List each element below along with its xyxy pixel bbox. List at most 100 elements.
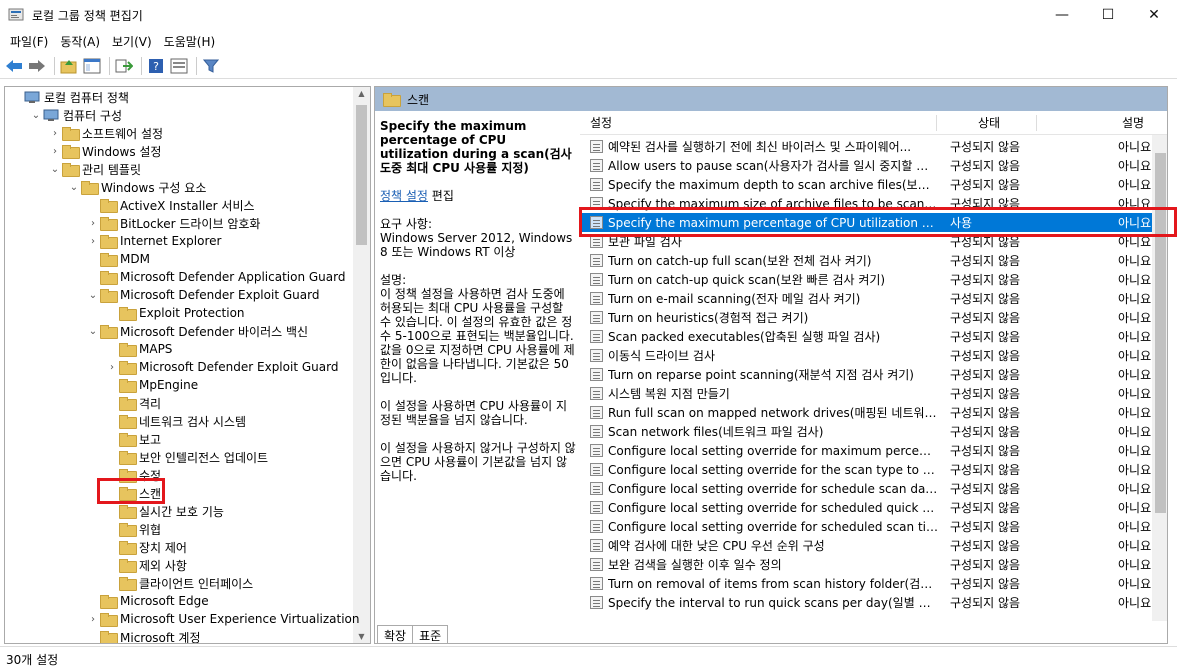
- tree-item[interactable]: 네트워크 검사 시스템: [105, 412, 246, 430]
- properties-icon[interactable]: [169, 56, 189, 76]
- help-icon[interactable]: ?: [146, 56, 166, 76]
- policy-row[interactable]: 보완 검색을 실행한 이후 일수 정의 구성되지 않음 아니요: [580, 555, 1167, 574]
- menu-action[interactable]: 동작(A): [54, 33, 106, 50]
- policy-row[interactable]: Allow users to pause scan(사용자가 검사를 일시 중지…: [580, 156, 1167, 175]
- filter-icon[interactable]: [201, 56, 221, 76]
- tree-item[interactable]: 장치 제어: [105, 538, 187, 556]
- scroll-down-icon[interactable]: ▼: [353, 632, 370, 641]
- tree-item[interactable]: Microsoft 계정: [86, 628, 201, 643]
- forward-icon[interactable]: [27, 56, 47, 76]
- tree-item[interactable]: Microsoft Defender Application Guard: [86, 268, 345, 286]
- tree-item[interactable]: 클라이언트 인터페이스: [105, 574, 253, 592]
- tree-item[interactable]: Exploit Protection: [105, 304, 245, 322]
- show-hide-tree-icon[interactable]: [82, 56, 102, 76]
- policy-tree[interactable]: ▲ ▼ 로컬 컴퓨터 정책 ⌄ 컴퓨터 구성 › 소프트웨어 설정 › Windows 설정…: [4, 86, 371, 644]
- policy-row[interactable]: Configure local setting override for sch…: [580, 498, 1167, 517]
- policy-row[interactable]: Turn on reparse point scanning(재분석 지점 검사…: [580, 365, 1167, 384]
- policy-row[interactable]: Turn on catch-up quick scan(보완 빠른 검사 켜기)…: [580, 270, 1167, 289]
- policy-row[interactable]: 예약 검사에 대한 낮은 CPU 우선 순위 구성 구성되지 않음 아니요: [580, 536, 1167, 555]
- tree-item[interactable]: ActiveX Installer 서비스: [86, 196, 255, 214]
- edit-policy-link[interactable]: 정책 설정: [380, 189, 428, 203]
- tree-item[interactable]: › Internet Explorer: [86, 232, 221, 250]
- settings-list[interactable]: 설정 상태 설명 예약된 검사를 실행하기 전에 최신 바이러스 및 스파이웨어…: [580, 111, 1167, 621]
- tree-item[interactable]: Microsoft Edge: [86, 592, 209, 610]
- tree-item-label: 격리: [139, 396, 162, 411]
- tree-item[interactable]: 보고: [105, 430, 161, 448]
- tree-item[interactable]: 위협: [105, 520, 161, 538]
- policy-row[interactable]: Configure local setting override for max…: [580, 441, 1167, 460]
- menu-view[interactable]: 보기(V): [106, 33, 158, 50]
- export-list-icon[interactable]: [114, 56, 134, 76]
- back-icon[interactable]: [4, 56, 24, 76]
- policy-row[interactable]: Turn on removal of items from scan histo…: [580, 574, 1167, 593]
- tab-extended[interactable]: 확장: [377, 625, 414, 643]
- tree-item[interactable]: MAPS: [105, 340, 172, 358]
- policy-row[interactable]: Scan packed executables(압축된 실행 파일 검사) 구성되…: [580, 327, 1167, 346]
- tree-item[interactable]: ⌄ Microsoft Defender Exploit Guard: [86, 286, 319, 304]
- column-header-comment[interactable]: 설명: [1122, 114, 1144, 131]
- tree-item[interactable]: 로컬 컴퓨터 정책: [10, 88, 129, 106]
- policy-comment: 아니요: [1118, 330, 1152, 344]
- tree-item[interactable]: MpEngine: [105, 376, 198, 394]
- policy-row[interactable]: Configure local setting override for sch…: [580, 479, 1167, 498]
- policy-state: 구성되지 않음: [950, 311, 1021, 325]
- policy-row[interactable]: Configure local setting override for the…: [580, 460, 1167, 479]
- requirements-text: Windows Server 2012, Windows 8 또는 Window…: [380, 231, 573, 259]
- chevron-right-icon[interactable]: ›: [105, 362, 119, 373]
- chevron-down-icon[interactable]: ⌄: [86, 290, 100, 301]
- policy-row[interactable]: Turn on catch-up full scan(보완 전체 검사 켜기) 구…: [580, 251, 1167, 270]
- policy-row[interactable]: Run full scan on mapped network drives(매…: [580, 403, 1167, 422]
- minimize-button[interactable]: —: [1039, 0, 1085, 30]
- tree-scrollbar[interactable]: ▲ ▼: [353, 87, 370, 643]
- tree-item[interactable]: ⌄ 관리 템플릿: [48, 160, 141, 178]
- status-bar: 30개 설정: [0, 646, 1177, 672]
- column-header-setting[interactable]: 설정: [590, 114, 612, 131]
- menu-help[interactable]: 도움말(H): [158, 33, 222, 50]
- tab-standard[interactable]: 표준: [412, 625, 449, 643]
- policy-row[interactable]: Turn on heuristics(경험적 접근 켜기) 구성되지 않음 아니요: [580, 308, 1167, 327]
- tree-item[interactable]: › BitLocker 드라이브 암호화: [86, 214, 260, 232]
- chevron-right-icon[interactable]: ›: [86, 236, 100, 247]
- tree-item[interactable]: ⌄ 컴퓨터 구성: [29, 106, 122, 124]
- tree-item[interactable]: › Microsoft User Experience Virtualizatio…: [86, 610, 360, 628]
- scrollbar-thumb[interactable]: [356, 105, 367, 245]
- column-divider[interactable]: [1036, 115, 1037, 131]
- chevron-down-icon[interactable]: ⌄: [67, 182, 81, 193]
- tree-item[interactable]: MDM: [86, 250, 150, 268]
- chevron-right-icon[interactable]: ›: [86, 218, 100, 229]
- chevron-right-icon[interactable]: ›: [48, 146, 62, 157]
- view-tabs: 확장 표준: [375, 625, 449, 643]
- maximize-button[interactable]: ☐: [1085, 0, 1131, 30]
- tree-item[interactable]: 제외 사항: [105, 556, 187, 574]
- scroll-up-icon[interactable]: ▲: [353, 89, 370, 98]
- tree-item[interactable]: 실시간 보호 기능: [105, 502, 224, 520]
- chevron-down-icon[interactable]: ⌄: [29, 110, 43, 121]
- menu-file[interactable]: 파일(F): [4, 33, 54, 50]
- tree-item[interactable]: ⌄ Windows 구성 요소: [67, 178, 206, 196]
- policy-row[interactable]: Specify the maximum depth to scan archiv…: [580, 175, 1167, 194]
- chevron-down-icon[interactable]: ⌄: [48, 164, 62, 175]
- policy-row[interactable]: Turn on e-mail scanning(전자 메일 검사 켜기) 구성되지…: [580, 289, 1167, 308]
- policy-row[interactable]: 시스템 복원 지점 만들기 구성되지 않음 아니요: [580, 384, 1167, 403]
- policy-comment: 아니요: [1118, 178, 1152, 192]
- tree-item-label: 보안 인텔리전스 업데이트: [139, 450, 269, 465]
- policy-row[interactable]: 이동식 드라이브 검사 구성되지 않음 아니요: [580, 346, 1167, 365]
- tree-item[interactable]: › 소프트웨어 설정: [48, 124, 163, 142]
- close-button[interactable]: ✕: [1131, 0, 1177, 30]
- column-divider[interactable]: [936, 115, 937, 131]
- tree-item[interactable]: 격리: [105, 394, 161, 412]
- tree-item[interactable]: 보안 인텔리전스 업데이트: [105, 448, 268, 466]
- column-header-state[interactable]: 상태: [978, 114, 1000, 131]
- tree-item[interactable]: ⌄ Microsoft Defender 바이러스 백신: [86, 322, 308, 340]
- policy-row[interactable]: Configure local setting override for sch…: [580, 517, 1167, 536]
- chevron-down-icon[interactable]: ⌄: [86, 326, 100, 337]
- policy-comment: 아니요: [1118, 406, 1152, 420]
- tree-item[interactable]: › Windows 설정: [48, 142, 161, 160]
- chevron-right-icon[interactable]: ›: [48, 128, 62, 139]
- policy-row[interactable]: Specify the interval to run quick scans …: [580, 593, 1167, 612]
- chevron-right-icon[interactable]: ›: [86, 614, 100, 625]
- up-folder-icon[interactable]: [59, 56, 79, 76]
- policy-row[interactable]: Scan network files(네트워크 파일 검사) 구성되지 않음 아니요: [580, 422, 1167, 441]
- policy-row[interactable]: 예약된 검사를 실행하기 전에 최신 바이러스 및 스파이웨어... 구성되지 않…: [580, 137, 1167, 156]
- tree-item[interactable]: › Microsoft Defender Exploit Guard: [105, 358, 338, 376]
